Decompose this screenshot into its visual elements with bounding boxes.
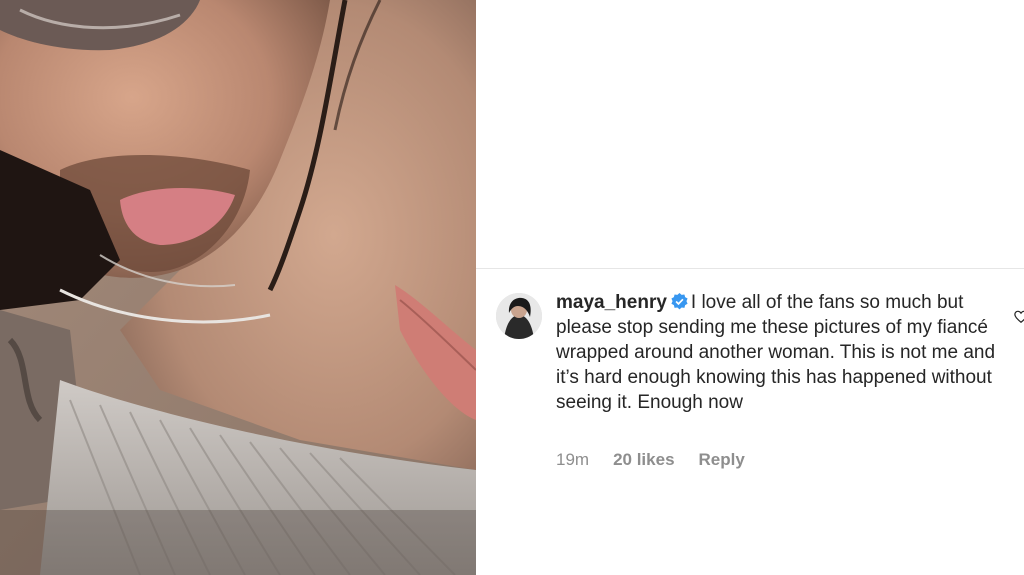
divider bbox=[476, 268, 1024, 269]
comment-panel: maya_henry I love all of the fans so much… bbox=[476, 0, 1024, 575]
verified-badge-icon bbox=[671, 293, 688, 310]
username[interactable]: maya_henry bbox=[556, 292, 667, 313]
likes-count[interactable]: 20 likes bbox=[613, 450, 674, 469]
comment-meta: 19m 20 likes Reply bbox=[556, 450, 769, 470]
reply-button[interactable]: Reply bbox=[699, 450, 745, 469]
heart-icon[interactable] bbox=[1014, 310, 1024, 324]
avatar[interactable] bbox=[496, 293, 542, 339]
post-photo bbox=[0, 0, 476, 575]
avatar-image bbox=[496, 293, 542, 339]
comment-time: 19m bbox=[556, 450, 590, 469]
comment-text-block: maya_henry I love all of the fans so much… bbox=[556, 290, 996, 415]
photo-image bbox=[0, 0, 476, 575]
screenshot-frame: maya_henry I love all of the fans so much… bbox=[0, 0, 1024, 575]
